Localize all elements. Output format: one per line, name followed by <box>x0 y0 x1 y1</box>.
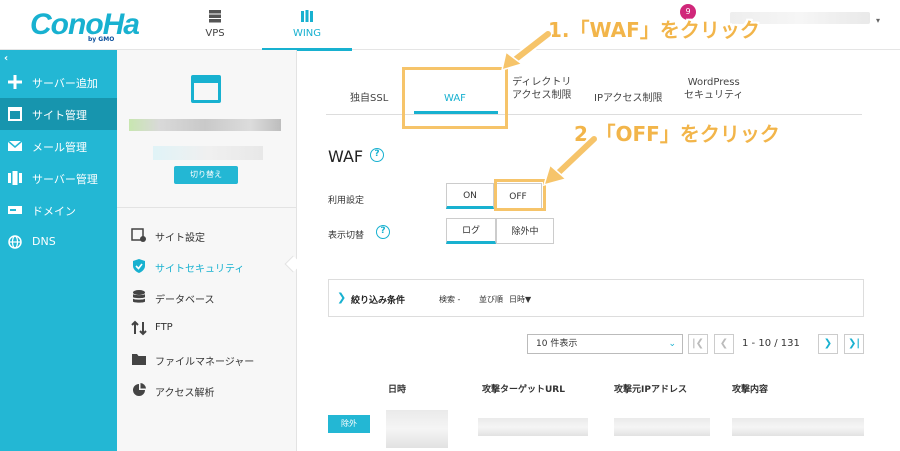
menu-item-label: ファイルマネージャー <box>155 357 255 368</box>
highlight-off-button <box>494 179 546 211</box>
shield-check-icon <box>133 259 145 273</box>
page-size-select[interactable]: 10 件表示 ⌄ <box>527 334 683 354</box>
domain-icon <box>8 206 22 214</box>
menu-item-label: FTP <box>155 322 173 333</box>
last-page-button[interactable]: ❯| <box>844 334 864 354</box>
server-stack-icon <box>8 171 22 185</box>
chevron-left-icon[interactable]: ‹ <box>4 53 8 64</box>
annotation-step2: 2.「OFF」をクリック <box>574 122 780 146</box>
column-header-attack-content[interactable]: 攻撃内容 <box>732 382 768 395</box>
prev-page-button[interactable]: ❮ <box>714 334 734 354</box>
column-header-target-url[interactable]: 攻撃ターゲットURL <box>482 382 565 395</box>
database-icon <box>133 290 145 303</box>
tab-ssl[interactable]: 独自SSL <box>350 92 388 105</box>
filter-search[interactable]: 検索 - <box>439 294 460 305</box>
exclude-button[interactable]: 除外 <box>328 415 370 433</box>
filter-sort-value[interactable]: 日時▼ <box>509 294 531 305</box>
tab-wing[interactable]: WING <box>262 0 352 51</box>
help-icon[interactable]: ? <box>376 225 390 239</box>
sidebar-item-domain[interactable]: ドメイン <box>0 194 117 226</box>
filter-title: 絞り込み条件 <box>351 296 406 306</box>
tab-label-line2: アクセス制限 <box>512 90 572 101</box>
sidebar-item-label: ドメイン <box>32 205 76 218</box>
tab-label: 独自SSL <box>350 93 389 104</box>
conoha-logo[interactable]: ConoHa by GMO <box>30 8 140 44</box>
tab-vps[interactable]: VPS <box>170 0 260 50</box>
highlight-waf-tab <box>402 67 508 129</box>
page-size-value: 10 件表示 <box>536 339 578 349</box>
mail-icon <box>8 140 22 151</box>
tab-label: IPアクセス制限 <box>594 93 663 104</box>
pie-chart-icon <box>133 383 146 396</box>
tab-wing-label: WING <box>292 28 322 39</box>
chevron-right-icon: ❯ <box>337 291 347 304</box>
tab-wordpress-security[interactable]: WordPress セキュリティ <box>684 76 743 102</box>
menu-item-label: サイト設定 <box>155 233 205 244</box>
table-row-blurred <box>614 418 710 436</box>
table-row-blurred <box>386 410 448 448</box>
menu-item-label: アクセス解析 <box>155 388 215 399</box>
sidebar-item-mail[interactable]: メール管理 <box>0 130 117 162</box>
usage-setting-label: 利用設定 <box>328 196 365 206</box>
page-range: 1 - 10 / 131 <box>742 338 800 349</box>
logo-sub: by GMO <box>88 36 115 43</box>
site-card: 切り替え <box>117 50 297 208</box>
filter-panel[interactable]: ❯ 絞り込み条件 検索 - 並び順 日時▼ <box>328 279 864 317</box>
site-panel: 切り替え サイト設定 サイトセキュリティ データベース FTP ファイルマネージ… <box>117 50 297 451</box>
tab-label-line2: セキュリティ <box>684 90 744 101</box>
main-content: 独自SSL WAF ディレクトリ アクセス制限 IPアクセス制限 WordPre… <box>298 50 900 451</box>
window-icon <box>8 107 22 121</box>
top-header: ConoHa by GMO VPS WING 9 ▾ <box>0 0 900 51</box>
sidebar-item-label: DNS <box>32 235 56 248</box>
globe-icon <box>8 235 22 249</box>
arrow-to-waf-icon <box>500 30 552 72</box>
sidebar-item-site-management[interactable]: サイト管理 <box>0 98 117 130</box>
site-name-blurred <box>129 119 281 131</box>
column-header-datetime[interactable]: 日時 <box>388 382 406 395</box>
usage-on-button[interactable]: ON <box>446 183 494 209</box>
account-menu-caret-icon[interactable]: ▾ <box>876 16 880 25</box>
annotation-step1: 1.「WAF」をクリック <box>548 18 760 42</box>
tab-label-line1: WordPress <box>687 77 740 88</box>
page-title: WAF <box>328 147 364 166</box>
tab-vps-label: VPS <box>205 28 225 39</box>
server-icon <box>209 10 221 23</box>
sidebar-item-server[interactable]: サーバー管理 <box>0 162 117 194</box>
site-window-icon <box>191 75 221 103</box>
chevron-down-icon: ⌄ <box>668 339 676 349</box>
sidebar-item-label: サーバー管理 <box>32 173 98 186</box>
switch-site-button[interactable]: 切り替え <box>174 166 238 184</box>
sidebar-item-dns[interactable]: DNS <box>0 226 117 258</box>
plus-icon <box>8 75 22 89</box>
left-sidebar: ‹ サーバー追加 サイト管理 メール管理 サーバー管理 ドメイン DNS <box>0 50 117 451</box>
transfer-icon <box>131 320 147 336</box>
sidebar-item-label: サーバー追加 <box>32 77 98 90</box>
first-page-button[interactable]: |❮ <box>688 334 708 354</box>
site-domain-blurred <box>153 146 263 160</box>
filter-sort-label: 並び順 <box>479 295 503 304</box>
menu-item-label: データベース <box>155 295 215 306</box>
display-log-button[interactable]: ログ <box>446 218 496 244</box>
sidebar-item-label: メール管理 <box>32 141 87 154</box>
help-icon[interactable]: ? <box>370 148 384 162</box>
column-header-source-ip[interactable]: 攻撃元IPアドレス <box>614 382 687 395</box>
menu-item-label: サイトセキュリティ <box>155 264 245 275</box>
arrow-to-off-icon <box>542 135 599 187</box>
sidebar-item-add-server[interactable]: サーバー追加 <box>0 66 117 98</box>
wing-icon <box>301 10 313 22</box>
next-page-button[interactable]: ❯ <box>818 334 838 354</box>
site-settings-icon <box>131 228 146 242</box>
display-toggle-label: 表示切替 <box>328 231 365 241</box>
display-excluded-button[interactable]: 除外中 <box>496 218 554 244</box>
table-row-blurred <box>478 418 588 436</box>
sidebar-item-label: サイト管理 <box>32 109 87 122</box>
tab-directory-access[interactable]: ディレクトリ アクセス制限 <box>512 76 572 102</box>
table-row-blurred <box>732 418 864 436</box>
tab-ip-access[interactable]: IPアクセス制限 <box>594 92 662 105</box>
logo-text: ConoHa <box>30 8 140 41</box>
tab-label-line1: ディレクトリ <box>512 77 572 88</box>
folder-icon <box>132 354 146 365</box>
